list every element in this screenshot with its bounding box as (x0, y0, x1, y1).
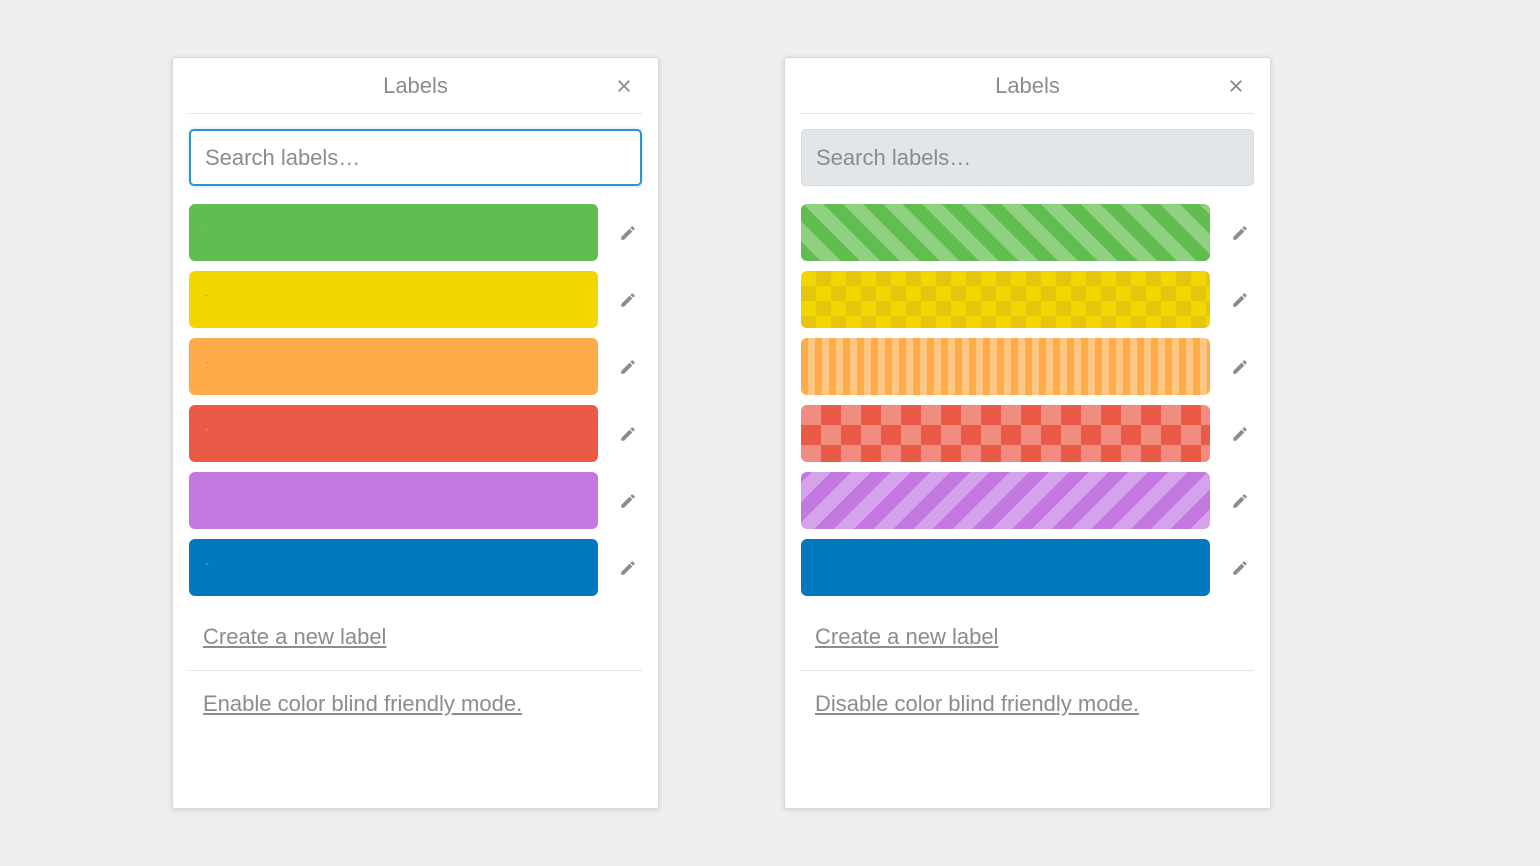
label-row-yellow (801, 271, 1254, 328)
popover-header: Labels (189, 58, 642, 114)
create-label-section: Create a new label (801, 622, 1254, 652)
stray-apostrophe: ` (205, 426, 210, 442)
label-swatch-yellow[interactable] (189, 271, 598, 328)
enable-colorblind-link[interactable]: Enable color blind friendly mode. (203, 689, 522, 719)
label-row-green (801, 204, 1254, 261)
create-label-section: Create a new label (189, 622, 642, 652)
pencil-icon[interactable] (614, 219, 642, 247)
pencil-icon[interactable] (614, 420, 642, 448)
labels-popover-right: Labels (784, 57, 1271, 809)
label-swatch-blue[interactable] (801, 539, 1210, 596)
label-row-purple: ` (189, 472, 642, 529)
pencil-icon[interactable] (614, 353, 642, 381)
label-row-red: ` (189, 405, 642, 462)
pencil-icon[interactable] (614, 554, 642, 582)
label-row-purple (801, 472, 1254, 529)
label-row-blue: ` (189, 539, 642, 596)
create-label-link[interactable]: Create a new label (815, 622, 998, 652)
label-list: ` ` ` ` ` (189, 204, 642, 596)
label-row-orange: ` (189, 338, 642, 395)
pencil-icon[interactable] (1226, 420, 1254, 448)
popover-title: Labels (383, 75, 448, 97)
label-row-yellow: ` (189, 271, 642, 328)
pencil-icon[interactable] (1226, 219, 1254, 247)
stray-apostrophe: ` (205, 560, 210, 576)
label-list (801, 204, 1254, 596)
label-swatch-yellow[interactable] (801, 271, 1210, 328)
pencil-icon[interactable] (1226, 487, 1254, 515)
close-icon[interactable] (1222, 72, 1250, 100)
create-label-link[interactable]: Create a new label (203, 622, 386, 652)
label-swatch-orange[interactable] (801, 338, 1210, 395)
search-input[interactable] (801, 129, 1254, 186)
label-swatch-blue[interactable] (189, 539, 598, 596)
label-row-blue (801, 539, 1254, 596)
pencil-icon[interactable] (1226, 554, 1254, 582)
pencil-icon[interactable] (614, 487, 642, 515)
pencil-icon[interactable] (1226, 353, 1254, 381)
label-swatch-red[interactable] (801, 405, 1210, 462)
pencil-icon[interactable] (614, 286, 642, 314)
popover-title: Labels (995, 75, 1060, 97)
stray-apostrophe: ` (205, 225, 210, 241)
label-swatch-orange[interactable] (189, 338, 598, 395)
stray-apostrophe: ` (205, 359, 210, 375)
label-row-green: ` (189, 204, 642, 261)
label-swatch-purple[interactable] (189, 472, 598, 529)
close-icon[interactable] (610, 72, 638, 100)
label-swatch-green[interactable] (189, 204, 598, 261)
colorblind-toggle-section: Enable color blind friendly mode. (189, 689, 642, 719)
label-row-orange (801, 338, 1254, 395)
label-swatch-red[interactable] (189, 405, 598, 462)
divider (801, 670, 1254, 671)
colorblind-toggle-section: Disable color blind friendly mode. (801, 689, 1254, 719)
disable-colorblind-link[interactable]: Disable color blind friendly mode. (815, 689, 1139, 719)
labels-popover-left: Labels ` ` ` (172, 57, 659, 809)
pencil-icon[interactable] (1226, 286, 1254, 314)
stray-apostrophe: ` (205, 292, 210, 308)
search-input[interactable] (189, 129, 642, 186)
divider (189, 670, 642, 671)
popover-header: Labels (801, 58, 1254, 114)
stray-apostrophe: ` (205, 493, 210, 509)
label-swatch-green[interactable] (801, 204, 1210, 261)
label-swatch-purple[interactable] (801, 472, 1210, 529)
label-row-red (801, 405, 1254, 462)
